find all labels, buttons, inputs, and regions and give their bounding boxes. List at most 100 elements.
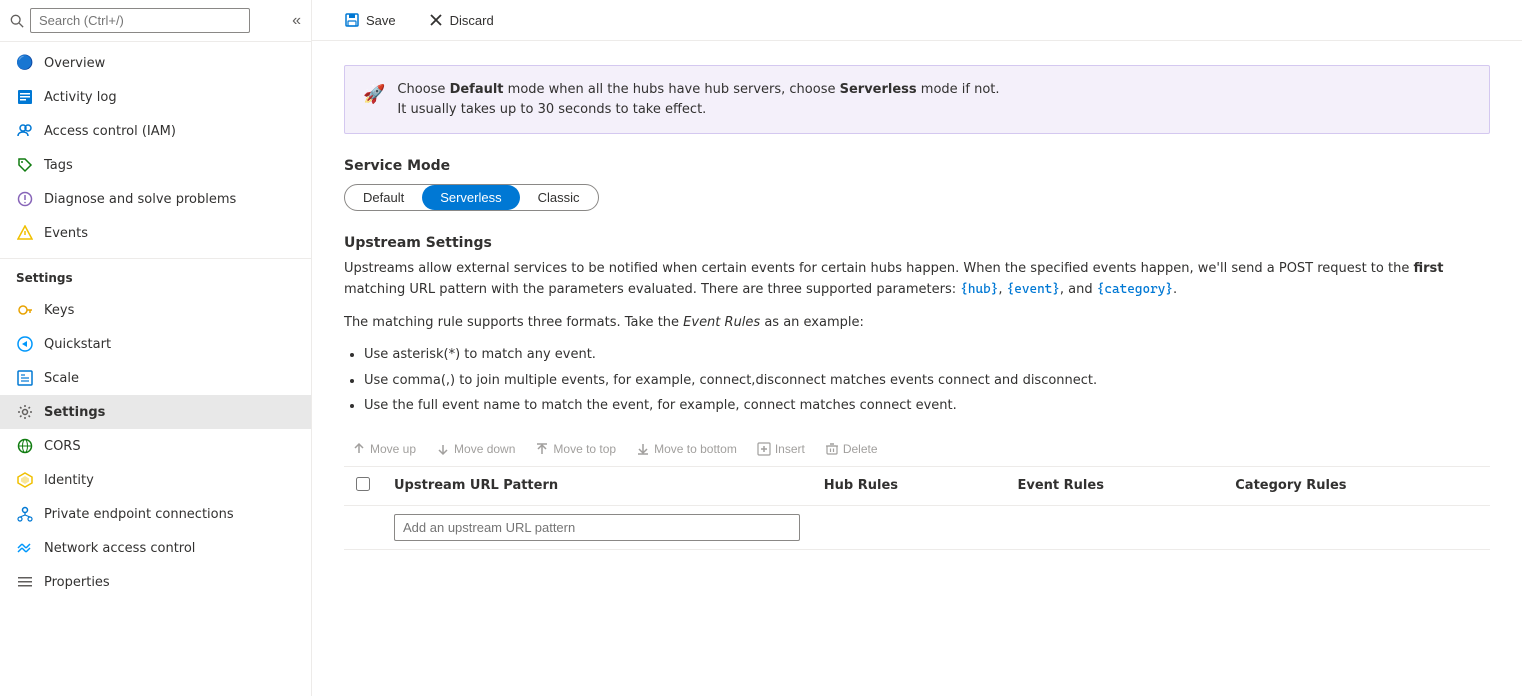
connect-code: connect: [744, 398, 796, 413]
diagnose-icon: [16, 190, 34, 208]
sidebar-item-identity[interactable]: Identity: [0, 463, 311, 497]
bullet-item-2: Use comma(,) to join multiple events, fo…: [364, 371, 1490, 391]
sidebar-item-settings[interactable]: Settings: [0, 395, 311, 429]
table-cell-url-input: [382, 505, 812, 549]
info-banner: 🚀 Choose Default mode when all the hubs …: [344, 65, 1490, 134]
asterisk-code: *: [449, 347, 456, 362]
upstream-bullets: Use asterisk(*) to match any event. Use …: [364, 345, 1490, 416]
mode-classic-button[interactable]: Classic: [520, 185, 598, 210]
select-all-checkbox[interactable]: [356, 477, 370, 491]
sidebar-item-activity-log[interactable]: Activity log: [0, 80, 311, 114]
private-endpoint-icon: [16, 505, 34, 523]
asterisk-italic: asterisk(*): [392, 347, 460, 362]
save-button[interactable]: Save: [336, 8, 404, 32]
delete-icon: [825, 442, 839, 456]
sidebar-item-overview[interactable]: 🔵 Overview: [0, 46, 311, 80]
sidebar-item-cors[interactable]: CORS: [0, 429, 311, 463]
sidebar-item-scale[interactable]: Scale: [0, 361, 311, 395]
info-banner-text: Choose Default mode when all the hubs ha…: [397, 80, 999, 119]
insert-button[interactable]: Insert: [749, 438, 813, 460]
sidebar-item-label: Settings: [44, 405, 105, 420]
insert-label: Insert: [775, 442, 805, 456]
sidebar-item-label: Identity: [44, 473, 94, 488]
comma-code: ,: [446, 373, 450, 388]
event-code: {event}: [1007, 282, 1060, 297]
mode-serverless-button[interactable]: Serverless: [422, 185, 519, 210]
discard-button[interactable]: Discard: [420, 8, 502, 32]
move-to-bottom-button[interactable]: Move to bottom: [628, 438, 745, 460]
sidebar-item-label: Diagnose and solve problems: [44, 192, 236, 207]
content-area: 🚀 Choose Default mode when all the hubs …: [312, 41, 1522, 696]
move-to-top-button[interactable]: Move to top: [527, 438, 624, 460]
service-mode-selector: Default Serverless Classic: [344, 184, 599, 211]
sidebar-item-diagnose[interactable]: Diagnose and solve problems: [0, 182, 311, 216]
connect-italic: connect: [938, 373, 990, 388]
url-pattern-input[interactable]: [394, 514, 800, 541]
sidebar-item-label: Keys: [44, 303, 74, 318]
table-header-hub: Hub Rules: [812, 467, 1006, 506]
move-down-label: Move down: [454, 442, 515, 456]
save-label: Save: [366, 13, 396, 28]
upstream-description-1: Upstreams allow external services to be …: [344, 259, 1490, 301]
sidebar-item-label: Activity log: [44, 90, 117, 105]
sidebar-item-private-endpoint[interactable]: Private endpoint connections: [0, 497, 311, 531]
bullet-item-3: Use the full event name to match the eve…: [364, 396, 1490, 416]
insert-icon: [757, 442, 771, 456]
sidebar-nav-top: 🔵 Overview Activity log Access control (…: [0, 42, 311, 254]
hub-code: {hub}: [960, 282, 998, 297]
sidebar-item-tags[interactable]: Tags: [0, 148, 311, 182]
move-up-button[interactable]: Move up: [344, 438, 424, 460]
discard-icon: [428, 12, 444, 28]
move-to-bottom-icon: [636, 442, 650, 456]
sidebar-item-quickstart[interactable]: Quickstart: [0, 327, 311, 361]
sidebar-item-label: Scale: [44, 371, 79, 386]
first-bold: first: [1413, 261, 1443, 276]
sidebar-item-keys[interactable]: Keys: [0, 293, 311, 327]
table-cell-checkbox: [344, 505, 382, 549]
identity-icon: [16, 471, 34, 489]
sidebar-item-label: Properties: [44, 575, 110, 590]
sidebar: « 🔵 Overview Activity log Access control…: [0, 0, 312, 696]
settings-icon: [16, 403, 34, 421]
collapse-sidebar-button[interactable]: «: [292, 12, 301, 30]
sidebar-item-label: Events: [44, 226, 88, 241]
comma-italic: comma(,): [392, 373, 455, 388]
access-control-icon: [16, 122, 34, 140]
move-to-bottom-label: Move to bottom: [654, 442, 737, 456]
search-input[interactable]: [30, 8, 250, 33]
serverless-mode-bold: Serverless: [840, 82, 917, 97]
settings-section-header: Settings: [0, 258, 311, 289]
sidebar-item-label: Network access control: [44, 541, 195, 556]
sidebar-item-events[interactable]: Events: [0, 216, 311, 250]
move-down-button[interactable]: Move down: [428, 438, 523, 460]
sidebar-item-label: Overview: [44, 56, 105, 71]
move-down-icon: [436, 442, 450, 456]
sidebar-item-label: Tags: [44, 158, 73, 173]
events-icon: [16, 224, 34, 242]
upstream-table: Upstream URL Pattern Hub Rules Event Rul…: [344, 467, 1490, 550]
quickstart-icon: [16, 335, 34, 353]
sidebar-item-access-control[interactable]: Access control (IAM): [0, 114, 311, 148]
delete-label: Delete: [843, 442, 878, 456]
mode-default-button[interactable]: Default: [345, 185, 422, 210]
bullet-item-1: Use asterisk(*) to match any event.: [364, 345, 1490, 365]
table-cell-event: [1006, 505, 1224, 549]
discard-label: Discard: [450, 13, 494, 28]
save-icon: [344, 12, 360, 28]
category-code: {category}: [1097, 282, 1173, 297]
table-header-row: Upstream URL Pattern Hub Rules Event Rul…: [344, 467, 1490, 506]
table-cell-hub: [812, 505, 1006, 549]
table-row-input: [344, 505, 1490, 549]
move-up-label: Move up: [370, 442, 416, 456]
sidebar-item-network-access[interactable]: Network access control: [0, 531, 311, 565]
upstream-settings-title: Upstream Settings: [344, 235, 1490, 251]
table-toolbar: Move up Move down Move to top Move to bo…: [344, 432, 1490, 467]
tags-icon: [16, 156, 34, 174]
overview-icon: 🔵: [16, 54, 34, 72]
delete-button[interactable]: Delete: [817, 438, 886, 460]
move-up-icon: [352, 442, 366, 456]
table-cell-category: [1223, 505, 1490, 549]
sidebar-item-properties[interactable]: Properties: [0, 565, 311, 599]
connect-disconnect-code: connect,disconnect: [699, 373, 825, 388]
table-header-category: Category Rules: [1223, 467, 1490, 506]
